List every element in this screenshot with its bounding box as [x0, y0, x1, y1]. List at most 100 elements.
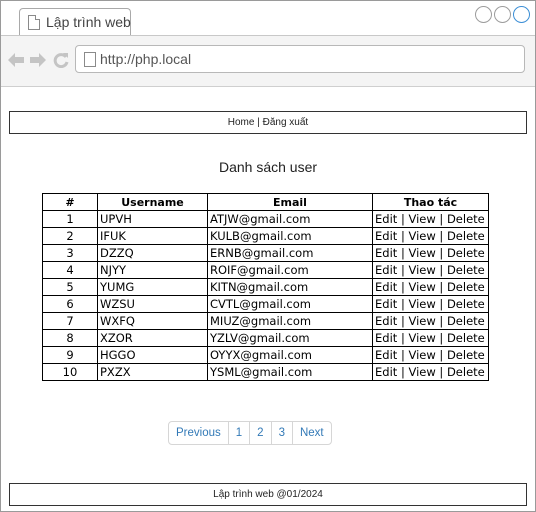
- edit-link[interactable]: Edit: [375, 348, 397, 362]
- email-cell: OYYX@gmail.com: [207, 346, 373, 364]
- minimize-button[interactable]: [475, 6, 492, 23]
- row-number: 5: [42, 278, 98, 296]
- close-button[interactable]: [513, 6, 530, 23]
- action-separator: |: [400, 211, 405, 226]
- row-number: 4: [42, 261, 98, 279]
- action-separator: |: [439, 262, 444, 277]
- edit-link[interactable]: Edit: [375, 212, 397, 226]
- column-header: Thao tác: [372, 193, 489, 211]
- view-link[interactable]: View: [408, 246, 435, 260]
- action-separator: |: [400, 347, 405, 362]
- delete-link[interactable]: Delete: [447, 314, 485, 328]
- edit-link[interactable]: Edit: [375, 331, 397, 345]
- actions-cell: Edit | View | Delete: [372, 295, 489, 313]
- edit-link[interactable]: Edit: [375, 297, 397, 311]
- action-separator: |: [400, 262, 405, 277]
- actions-cell: Edit | View | Delete: [372, 210, 489, 228]
- site-footer: Lập trình web @01/2024: [9, 483, 527, 506]
- home-link[interactable]: Home: [228, 117, 255, 128]
- previous-button[interactable]: Previous: [169, 422, 228, 444]
- maximize-button[interactable]: [494, 6, 511, 23]
- email-cell: CVTL@gmail.com: [207, 295, 373, 313]
- page-button[interactable]: 2: [249, 422, 270, 444]
- table-row: 2 IFUK KULB@gmail.com Edit | View | Delete: [42, 227, 489, 245]
- delete-link[interactable]: Delete: [447, 280, 485, 294]
- delete-link[interactable]: Delete: [447, 348, 485, 362]
- row-number: 2: [42, 227, 98, 245]
- delete-link[interactable]: Delete: [447, 331, 485, 345]
- email-cell: KULB@gmail.com: [207, 227, 373, 245]
- delete-link[interactable]: Delete: [447, 297, 485, 311]
- page-icon: [84, 52, 96, 67]
- delete-link[interactable]: Delete: [447, 365, 485, 379]
- username-cell: HGGO: [97, 346, 208, 364]
- table-header-row: # Username Email Thao tác: [42, 193, 489, 211]
- view-link[interactable]: View: [408, 365, 435, 379]
- action-separator: |: [439, 330, 444, 345]
- actions-cell: Edit | View | Delete: [372, 329, 489, 347]
- view-link[interactable]: View: [408, 331, 435, 345]
- edit-link[interactable]: Edit: [375, 263, 397, 277]
- username-cell: IFUK: [97, 227, 208, 245]
- email-cell: ROIF@gmail.com: [207, 261, 373, 279]
- header-separator: |: [257, 117, 260, 128]
- action-separator: |: [400, 228, 405, 243]
- actions-cell: Edit | View | Delete: [372, 278, 489, 296]
- forward-arrow-icon[interactable]: [30, 53, 46, 67]
- table-row: 10 PXZX YSML@gmail.com Edit | View | Delete: [42, 363, 489, 381]
- delete-link[interactable]: Delete: [447, 246, 485, 260]
- column-header: Email: [207, 193, 373, 211]
- row-number: 3: [42, 244, 98, 262]
- table-row: 4 NJYY ROIF@gmail.com Edit | View | Delete: [42, 261, 489, 279]
- page-icon: [28, 15, 40, 30]
- tab-title: Lập trình web: [46, 14, 131, 30]
- view-link[interactable]: View: [408, 314, 435, 328]
- email-cell: YSML@gmail.com: [207, 363, 373, 381]
- user-table: # Username Email Thao tác 1 UPVH ATJW@gmai…: [42, 193, 489, 381]
- edit-link[interactable]: Edit: [375, 280, 397, 294]
- page-button[interactable]: 3: [270, 422, 292, 444]
- edit-link[interactable]: Edit: [375, 246, 397, 260]
- username-cell: YUMG: [97, 278, 208, 296]
- next-button[interactable]: Next: [291, 422, 331, 444]
- edit-link[interactable]: Edit: [375, 365, 397, 379]
- edit-link[interactable]: Edit: [375, 314, 397, 328]
- actions-cell: Edit | View | Delete: [372, 363, 489, 381]
- view-link[interactable]: View: [408, 229, 435, 243]
- actions-cell: Edit | View | Delete: [372, 312, 489, 330]
- username-cell: XZOR: [97, 329, 208, 347]
- action-separator: |: [439, 279, 444, 294]
- address-bar[interactable]: http://php.local: [75, 45, 525, 73]
- email-cell: KITN@gmail.com: [207, 278, 373, 296]
- delete-link[interactable]: Delete: [447, 229, 485, 243]
- table-row: 9 HGGO OYYX@gmail.com Edit | View | Delete: [42, 346, 489, 364]
- action-separator: |: [439, 296, 444, 311]
- table-row: 7 WXFQ MIUZ@gmail.com Edit | View | Delete: [42, 312, 489, 330]
- email-cell: YZLV@gmail.com: [207, 329, 373, 347]
- actions-cell: Edit | View | Delete: [372, 227, 489, 245]
- browser-tab[interactable]: Lập trình web: [19, 8, 131, 35]
- view-link[interactable]: View: [408, 212, 435, 226]
- actions-cell: Edit | View | Delete: [372, 244, 489, 262]
- page-title: Danh sách user: [218, 159, 318, 175]
- edit-link[interactable]: Edit: [375, 229, 397, 243]
- delete-link[interactable]: Delete: [447, 212, 485, 226]
- row-number: 10: [42, 363, 98, 381]
- view-link[interactable]: View: [408, 280, 435, 294]
- action-separator: |: [400, 330, 405, 345]
- actions-cell: Edit | View | Delete: [372, 261, 489, 279]
- action-separator: |: [439, 245, 444, 260]
- delete-link[interactable]: Delete: [447, 263, 485, 277]
- back-arrow-icon[interactable]: [8, 53, 24, 67]
- table-row: 3 DZZQ ERNB@gmail.com Edit | View | Delete: [42, 244, 489, 262]
- table-row: 6 WZSU CVTL@gmail.com Edit | View | Delete: [42, 295, 489, 313]
- logout-link[interactable]: Đăng xuất: [263, 117, 309, 128]
- title-bar: Lập trình web: [1, 1, 535, 37]
- column-header: Username: [97, 193, 208, 211]
- action-separator: |: [400, 296, 405, 311]
- view-link[interactable]: View: [408, 263, 435, 277]
- view-link[interactable]: View: [408, 297, 435, 311]
- view-link[interactable]: View: [408, 348, 435, 362]
- page-button[interactable]: 1: [227, 422, 249, 444]
- reload-icon[interactable]: [53, 52, 69, 68]
